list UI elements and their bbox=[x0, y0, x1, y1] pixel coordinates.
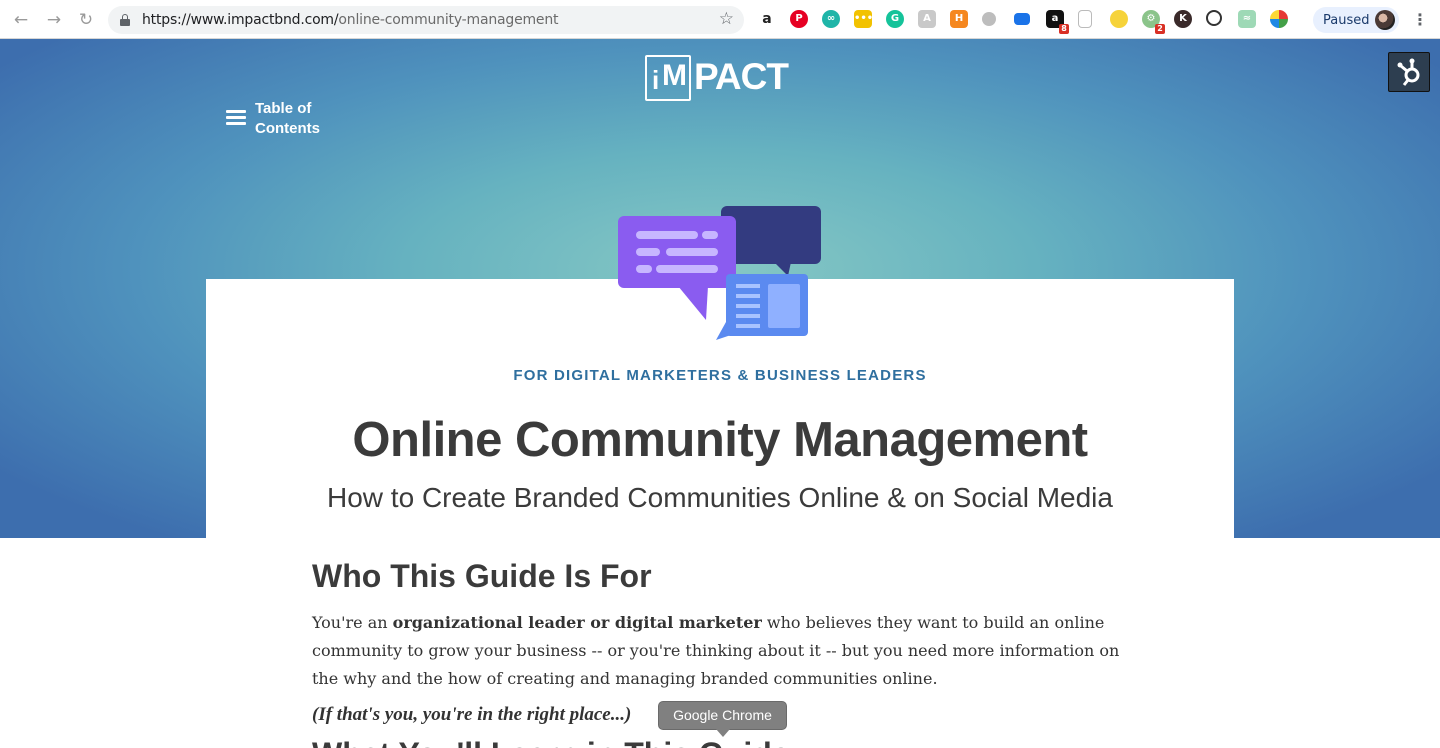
section-title-who-for: Who This Guide Is For bbox=[312, 558, 652, 594]
chat-bubbles-icon bbox=[616, 204, 826, 344]
lemon-extension-icon[interactable] bbox=[1110, 10, 1128, 28]
amazon-assistant-extension-icon[interactable]: a8 bbox=[1046, 10, 1069, 34]
url-text[interactable]: https://www.impactbnd.com/online-communi… bbox=[142, 12, 559, 28]
back-arrow-icon[interactable]: ← bbox=[11, 10, 31, 30]
hamburger-menu-icon[interactable] bbox=[226, 110, 246, 126]
profile-button[interactable]: Paused bbox=[1313, 7, 1399, 33]
page-subtitle: How to Create Branded Communities Online… bbox=[327, 482, 1113, 513]
aside-note: (If that's you, you're in the right plac… bbox=[312, 704, 632, 725]
pinterest-extension-icon[interactable]: P bbox=[790, 10, 808, 28]
impact-logo[interactable]: i M PACT bbox=[645, 55, 797, 101]
profile-status: Paused bbox=[1323, 13, 1370, 28]
avatar bbox=[1375, 10, 1395, 30]
bookmark-star-icon[interactable]: ☆ bbox=[719, 9, 734, 29]
yellow-extension-icon[interactable]: ••• bbox=[854, 10, 873, 28]
section-title-what-learn: What You'll Learn in This Guide bbox=[312, 736, 790, 748]
extension-badge: 2 bbox=[1155, 24, 1165, 34]
page-title: Online Community Management bbox=[352, 413, 1088, 467]
k-extension-icon[interactable]: K bbox=[1174, 10, 1192, 28]
green-extension-icon[interactable]: ≈ bbox=[1238, 10, 1256, 28]
grammarly-extension-icon[interactable]: G bbox=[886, 10, 904, 28]
tooltip: Google Chrome bbox=[658, 701, 787, 737]
color-wheel-extension-icon[interactable] bbox=[1270, 10, 1288, 28]
more-menu-icon[interactable]: ⋮ bbox=[1412, 10, 1428, 30]
extension-badge: 8 bbox=[1059, 24, 1069, 34]
page-extension-icon[interactable] bbox=[1078, 10, 1092, 28]
audience-eyebrow: FOR DIGITAL MARKETERS & BUSINESS LEADERS bbox=[513, 367, 927, 384]
table-of-contents-label[interactable]: Table of Contents bbox=[255, 99, 355, 139]
logo-wordmark: PACT bbox=[694, 56, 789, 97]
lock-icon[interactable] bbox=[120, 14, 130, 26]
ring-extension-icon[interactable] bbox=[1206, 10, 1222, 26]
emphasis-text: organizational leader or digital markete… bbox=[392, 613, 762, 632]
address-bar[interactable]: https://www.impactbnd.com/online-communi… bbox=[108, 6, 744, 34]
hubspot-sales-extension-icon[interactable]: H bbox=[950, 10, 968, 28]
intro-paragraph: You're an organizational leader or digit… bbox=[312, 613, 1120, 688]
gear-extension-icon[interactable]: ⚙ 2 bbox=[1142, 10, 1165, 34]
logo-mark: i M bbox=[645, 55, 691, 101]
grey-extension-icon[interactable]: A bbox=[918, 10, 936, 28]
video-extension-icon[interactable] bbox=[1014, 13, 1030, 25]
reload-icon[interactable]: ↻ bbox=[76, 10, 96, 30]
amazon-extension-icon[interactable]: a bbox=[758, 10, 776, 28]
circle-extension-icon[interactable] bbox=[982, 12, 996, 26]
forward-arrow-icon[interactable]: → bbox=[44, 10, 64, 30]
browser-toolbar: ← → ↻ https://www.impactbnd.com/online-c… bbox=[0, 0, 1440, 39]
teal-extension-icon[interactable]: ∞ bbox=[822, 10, 840, 28]
hubspot-sprocket-icon[interactable] bbox=[1388, 52, 1430, 92]
